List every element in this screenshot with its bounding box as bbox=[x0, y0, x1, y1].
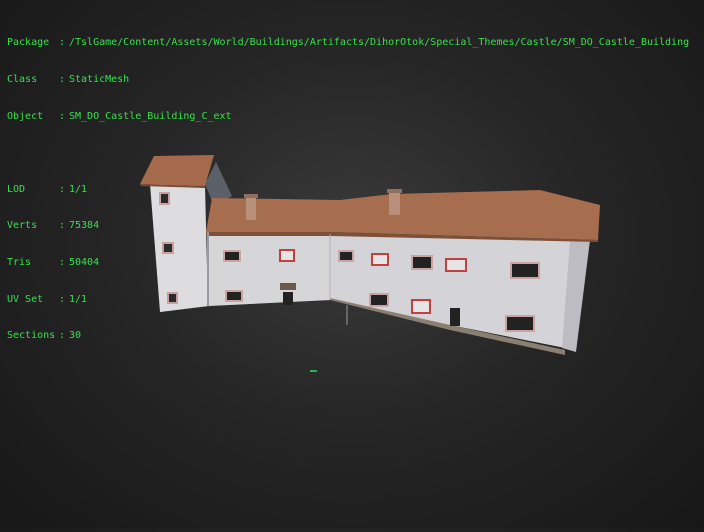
uvset-row: UV Set:1/1 bbox=[7, 293, 88, 305]
lod-value: 1/1 bbox=[69, 183, 88, 195]
tris-value: 50404 bbox=[69, 256, 100, 268]
object-value: SM_DO_Castle_Building_C_ext bbox=[69, 110, 232, 122]
lod-row: LOD:1/1 bbox=[7, 183, 88, 195]
object-row: Object: SM_DO_Castle_Building_C_ext bbox=[7, 110, 232, 122]
mesh-info-overlay: Package:/TslGame/Content/Assets/World/Bu… bbox=[7, 13, 689, 355]
package-value: /TslGame/Content/Assets/World/Buildings/… bbox=[69, 37, 690, 49]
class-value: StaticMesh bbox=[69, 74, 130, 85]
sections-row: Sections:30 bbox=[7, 330, 82, 342]
class-row: Class: StaticMesh bbox=[7, 74, 130, 85]
verts-row: Verts:75384 bbox=[7, 220, 100, 232]
uvset-value: 1/1 bbox=[69, 293, 88, 305]
tris-row: Tris:50404 bbox=[7, 256, 100, 268]
verts-value: 75384 bbox=[69, 220, 100, 232]
sections-value: 30 bbox=[69, 330, 82, 342]
package-row: Package:/TslGame/Content/Assets/World/Bu… bbox=[7, 37, 690, 49]
